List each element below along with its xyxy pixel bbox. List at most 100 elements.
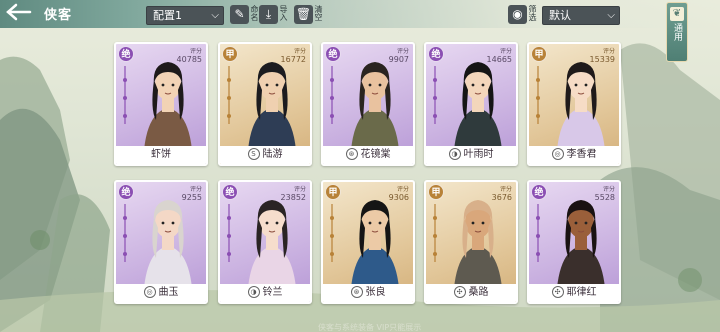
score-label: 评分	[189, 48, 202, 55]
score-value: 15339	[589, 55, 615, 64]
rank-ornament	[123, 66, 127, 124]
score-label: 评分	[293, 186, 306, 193]
hero-name: 叶雨时	[463, 149, 494, 160]
hero-name: 耶律红	[566, 287, 597, 298]
rank-badge: 绝	[222, 184, 238, 200]
score-value: 40785	[176, 55, 202, 64]
rank-badge: 甲	[222, 46, 238, 62]
hero-name: 曲玉	[158, 287, 179, 298]
score-block: 评分 5528	[595, 186, 615, 202]
score-block: 评分 16772	[281, 48, 306, 64]
score-value: 23852	[280, 193, 306, 202]
sect-icon: ✣	[551, 286, 564, 298]
hero-name-bar: ⊛ 张良	[323, 284, 413, 302]
score-block: 评分 3676	[492, 186, 512, 202]
hero-card[interactable]: 甲 评分 9306 ⊛ 张良	[321, 180, 415, 304]
score-value: 5528	[594, 193, 615, 202]
rename-label: 命名	[250, 5, 259, 21]
hero-portrait	[543, 50, 619, 150]
sect-icon: ◎	[551, 148, 564, 160]
hero-name-bar: ✣ 桑路	[426, 284, 516, 302]
hero-card[interactable]: 绝 评分 23852 ◑ 铃兰	[218, 180, 312, 304]
rank-badge: 甲	[325, 184, 341, 200]
back-arrow-icon	[6, 3, 32, 21]
hero-name-bar: ◎ 李香君	[529, 146, 619, 164]
score-value: 16772	[280, 55, 306, 64]
score-value: 9907	[388, 55, 409, 64]
config-select-value: 配置1	[153, 9, 182, 22]
score-label: 评分	[499, 186, 512, 193]
hero-name-bar: ◑ 叶雨时	[426, 146, 516, 164]
rank-ornament	[433, 204, 437, 262]
score-label: 评分	[499, 48, 512, 55]
rank-badge: 绝	[531, 184, 547, 200]
hero-name: 花镜棠	[360, 149, 391, 160]
score-label: 评分	[293, 48, 306, 55]
trash-icon: 🗑	[294, 5, 313, 24]
sort-select[interactable]: 默认 ⌵	[542, 6, 620, 25]
hero-portrait	[130, 50, 206, 150]
sect-icon: ◑	[448, 148, 461, 160]
hero-name-bar: 虾饼	[116, 146, 206, 164]
rank-badge: 甲	[428, 184, 444, 200]
hero-card[interactable]: 甲 评分 3676 ✣ 桑路	[424, 180, 518, 304]
hero-card[interactable]: 甲 评分 16772 S 陆游	[218, 42, 312, 166]
score-block: 评分 15339	[590, 48, 615, 64]
hero-portrait	[543, 188, 619, 288]
hero-portrait	[337, 50, 413, 150]
general-tab[interactable]: ❦ 通用	[666, 2, 688, 62]
config-select[interactable]: 配置1 ⌵	[146, 6, 224, 25]
rank-badge: 绝	[118, 46, 134, 62]
score-value: 9255	[181, 193, 202, 202]
sect-icon: ◑	[247, 286, 260, 298]
hero-name: 张良	[365, 287, 386, 298]
score-block: 评分 9255	[182, 186, 202, 202]
hero-portrait	[234, 50, 310, 150]
score-value: 3676	[491, 193, 512, 202]
page-title: 侠客	[44, 8, 73, 23]
rank-ornament	[330, 66, 334, 124]
rank-ornament	[433, 66, 437, 124]
rename-button[interactable]: ✎ 命名	[230, 5, 260, 26]
score-label: 评分	[602, 48, 615, 55]
rank-ornament	[123, 204, 127, 262]
clear-button[interactable]: 🗑 清空	[294, 5, 324, 26]
score-block: 评分 23852	[281, 186, 306, 202]
hero-portrait	[130, 188, 206, 288]
book-icon: ❦	[670, 7, 684, 21]
import-button[interactable]: ⤓ 导入	[259, 5, 289, 26]
hero-card[interactable]: 绝 评分 9255 ◎ 曲玉	[114, 180, 208, 304]
general-tab-label: 通用	[672, 23, 682, 41]
import-icon: ⤓	[259, 5, 278, 24]
back-button[interactable]	[4, 2, 38, 24]
sect-icon: S	[247, 148, 260, 160]
score-label: 评分	[396, 48, 409, 55]
hero-portrait	[440, 50, 516, 150]
hero-card[interactable]: 绝 评分 9907 ⊛ 花镜棠	[321, 42, 415, 166]
score-value: 14665	[486, 55, 512, 64]
rank-badge: 甲	[531, 46, 547, 62]
hero-name: 陆游	[262, 149, 283, 160]
pen-icon: ✎	[230, 5, 249, 24]
score-label: 评分	[189, 186, 202, 193]
hero-portrait	[337, 188, 413, 288]
rank-ornament	[227, 66, 231, 124]
rank-ornament	[536, 204, 540, 262]
filter-button[interactable]: ◉ 筛选	[508, 5, 538, 26]
import-label: 导入	[279, 5, 288, 21]
rank-ornament	[330, 204, 334, 262]
rank-badge: 绝	[325, 46, 341, 62]
score-block: 评分 9306	[389, 186, 409, 202]
score-label: 评分	[602, 186, 615, 193]
chevron-down-icon: ⌵	[607, 10, 615, 21]
rank-ornament	[536, 66, 540, 124]
hero-name: 李香君	[566, 149, 597, 160]
hero-name-bar: ◑ 铃兰	[220, 284, 310, 302]
hero-card[interactable]: 绝 评分 14665 ◑ 叶雨时	[424, 42, 518, 166]
hero-card[interactable]: 绝 评分 5528 ✣ 耶律红	[527, 180, 621, 304]
hero-name-bar: ◎ 曲玉	[116, 284, 206, 302]
hero-name: 虾饼	[151, 149, 171, 160]
hero-card[interactable]: 绝 评分 40785 虾饼	[114, 42, 208, 166]
hero-portrait	[234, 188, 310, 288]
hero-card[interactable]: 甲 评分 15339 ◎ 李香君	[527, 42, 621, 166]
